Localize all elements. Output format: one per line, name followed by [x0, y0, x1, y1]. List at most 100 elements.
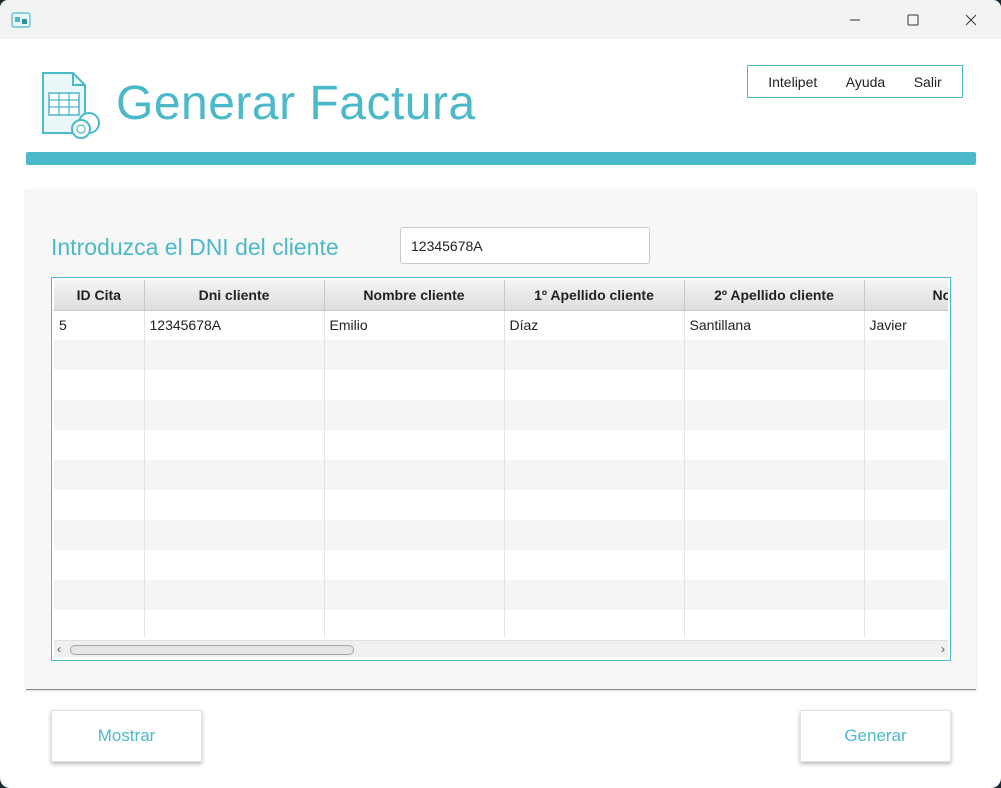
table-row[interactable]	[54, 490, 948, 520]
table-cell	[864, 340, 948, 370]
table-cell	[684, 430, 865, 460]
table-cell	[144, 610, 325, 638]
table-cell	[54, 550, 145, 580]
generar-button[interactable]: Generar	[800, 710, 951, 762]
table-cell	[324, 520, 505, 550]
top-menu: Intelipet Ayuda Salir	[747, 65, 963, 98]
table-cell	[684, 520, 865, 550]
app-logo-icon	[11, 12, 31, 28]
close-icon	[965, 14, 977, 25]
table-cell	[684, 550, 865, 580]
table-row[interactable]	[54, 430, 948, 460]
table-cell	[504, 490, 685, 520]
column-header-dni-cliente[interactable]: Dni cliente	[144, 280, 325, 311]
table-cell	[684, 460, 865, 490]
table-cell	[324, 610, 505, 638]
column-header-apellido1[interactable]: 1º Apellido cliente	[504, 280, 685, 311]
table-cell	[144, 490, 325, 520]
table-cell	[324, 370, 505, 400]
table-cell	[144, 580, 325, 610]
table-cell: Santillana	[684, 310, 865, 340]
table-cell	[54, 580, 145, 610]
scroll-left-icon[interactable]: ‹	[57, 642, 61, 656]
title-bar[interactable]	[0, 0, 1001, 39]
table-cell	[864, 430, 948, 460]
table-cell	[504, 430, 685, 460]
mostrar-button[interactable]: Mostrar	[51, 710, 202, 762]
column-header-nombre-cliente[interactable]: Nombre cliente	[324, 280, 505, 311]
dni-input[interactable]	[400, 227, 650, 264]
search-panel: Introduzca el DNI del cliente ID Cita Dn…	[26, 189, 976, 690]
table-cell	[144, 460, 325, 490]
table-cell	[54, 370, 145, 400]
maximize-button[interactable]	[884, 0, 942, 39]
table-cell: Javier	[864, 310, 948, 340]
header-divider	[26, 152, 976, 165]
table-cell	[54, 490, 145, 520]
table-cell: 12345678A	[144, 310, 325, 340]
table-cell	[144, 400, 325, 430]
table-cell: 5	[54, 310, 145, 340]
data-table: ID Cita Dni cliente Nombre cliente 1º Ap…	[54, 280, 948, 638]
table-cell	[54, 610, 145, 638]
column-header-apellido2[interactable]: 2º Apellido cliente	[684, 280, 865, 311]
menu-item-ayuda[interactable]: Ayuda	[842, 74, 889, 90]
table-cell	[504, 520, 685, 550]
table-row[interactable]	[54, 580, 948, 610]
table-cell	[324, 580, 505, 610]
menu-item-salir[interactable]: Salir	[910, 74, 946, 90]
table-cell	[864, 520, 948, 550]
table-cell	[144, 550, 325, 580]
table-cell: Díaz	[504, 310, 685, 340]
table-cell	[504, 460, 685, 490]
table-cell	[324, 460, 505, 490]
table-cell	[324, 400, 505, 430]
page-title: Generar Factura	[116, 77, 476, 130]
invoice-icon	[42, 72, 100, 139]
table-cell	[324, 430, 505, 460]
dni-label: Introduzca el DNI del cliente	[51, 234, 339, 260]
column-header-nombre[interactable]: Nombre	[864, 280, 948, 311]
scrollbar-thumb[interactable]	[70, 645, 354, 655]
horizontal-scrollbar[interactable]: ‹ ›	[54, 640, 948, 657]
table-row[interactable]	[54, 370, 948, 400]
table-cell	[144, 520, 325, 550]
table-cell	[504, 340, 685, 370]
table-cell	[144, 430, 325, 460]
appointments-table: ID Cita Dni cliente Nombre cliente 1º Ap…	[51, 277, 951, 661]
table-row[interactable]	[54, 520, 948, 550]
table-cell	[864, 400, 948, 430]
table-cell	[504, 400, 685, 430]
table-cell	[54, 340, 145, 370]
minimize-button[interactable]	[826, 0, 884, 39]
table-row[interactable]: 5 12345678A Emilio Díaz Santillana Javie…	[54, 310, 948, 340]
table-cell	[144, 340, 325, 370]
app-window: Generar Factura Intelipet Ayuda Salir In…	[0, 0, 1001, 788]
scroll-right-icon[interactable]: ›	[941, 642, 945, 656]
menu-item-intelipet[interactable]: Intelipet	[764, 74, 821, 90]
table-cell	[54, 430, 145, 460]
table-cell: Emilio	[324, 310, 505, 340]
table-row[interactable]	[54, 340, 948, 370]
table-cell	[54, 460, 145, 490]
table-cell	[684, 340, 865, 370]
table-cell	[324, 340, 505, 370]
table-row[interactable]	[54, 550, 948, 580]
table-row[interactable]	[54, 610, 948, 638]
table-cell	[504, 550, 685, 580]
table-cell	[504, 580, 685, 610]
table-cell	[144, 370, 325, 400]
table-header-row: ID Cita Dni cliente Nombre cliente 1º Ap…	[54, 280, 948, 311]
table-row[interactable]	[54, 400, 948, 430]
table-cell	[864, 460, 948, 490]
table-cell	[684, 400, 865, 430]
close-button[interactable]	[942, 0, 1000, 39]
table-cell	[54, 520, 145, 550]
table-row[interactable]	[54, 460, 948, 490]
table-cell	[684, 370, 865, 400]
table-cell	[864, 550, 948, 580]
table-cell	[684, 580, 865, 610]
column-header-id-cita[interactable]: ID Cita	[54, 280, 145, 311]
minimize-icon	[850, 19, 860, 20]
table-cell	[864, 610, 948, 638]
